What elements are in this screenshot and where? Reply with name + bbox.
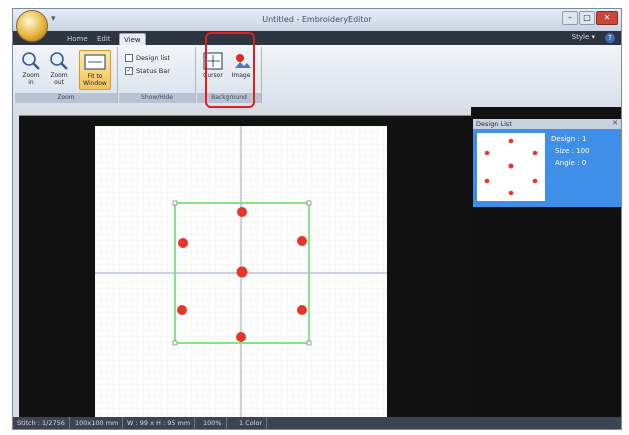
zoom-in-icon [22,52,40,70]
status-zoom: 100% [199,417,227,429]
design-size: Size : 100 [555,147,590,155]
window-title: Untitled - EmbroideryEditor [262,15,372,24]
zoom-out-button[interactable]: Zoom out [47,50,71,88]
tab-edit[interactable]: Edit [93,33,115,45]
fit-to-window-icon [84,54,106,70]
panel-close-icon[interactable]: ✕ [612,119,618,127]
annotation-highlight [205,32,255,108]
status-position: W : 99 x H : 95 mm [123,417,196,429]
fit-to-window-label: Fit to Window [83,73,107,87]
zoom-out-icon [50,52,68,70]
design-list-checkbox[interactable] [125,54,133,62]
close-button[interactable]: ✕ [596,11,618,25]
thumbnail-preview [484,138,538,196]
zoom-in-label: Zoom in [22,72,40,86]
quick-access-toolbar[interactable]: ▾ [51,14,56,24]
stitch-dot [178,238,188,248]
app-window: Untitled - EmbroideryEditor ▾ – □ ✕ Home… [12,8,622,430]
design-number: Design : 1 [551,135,587,143]
window-controls: – □ ✕ [562,11,618,25]
stitch-dot [297,305,307,315]
resize-handle[interactable] [306,200,312,206]
design-canvas[interactable] [95,126,387,421]
resize-handle[interactable] [172,200,178,206]
stitch-dot [236,332,246,342]
fit-to-window-button[interactable]: Fit to Window [79,50,111,90]
ribbon: Zoom in Zoom out Fit to Window Zoom Desi… [13,45,621,108]
stitch-dot [297,236,307,246]
design-list-item[interactable]: Design : 1 Size : 100 Angle : 0 [473,129,621,207]
zoom-group-label: Zoom [15,93,117,103]
show-hide-group-label: Show/Hide [119,93,195,103]
stitch-dot [236,266,248,278]
design-list-title: Design List [473,119,621,129]
application-menu-button[interactable] [16,10,48,42]
title-bar: Untitled - EmbroideryEditor ▾ – □ ✕ [13,9,621,31]
ribbon-tabs: Home Edit View Style ▾ ? [13,31,621,46]
stitch-dot [237,207,247,217]
workspace: Design List ✕ Design : 1 Size : 100 Angl… [13,107,621,421]
minimize-button[interactable]: – [562,11,578,25]
maximize-button[interactable]: □ [579,11,595,25]
vertical-ruler [13,115,19,417]
design-thumbnail [477,133,545,201]
status-bar: Stitch : 1/2756 100x100 mm W : 99 x H : … [13,417,621,429]
status-stitches: Stitch : 1/2756 [13,417,70,429]
status-color: 1 Color [235,417,268,429]
design-list-label: Design list [136,54,171,62]
canvas-grid [95,126,387,421]
style-menu[interactable]: Style ▾ [572,33,595,41]
tab-home[interactable]: Home [63,33,92,45]
status-bar-checkbox[interactable]: ✓ [125,67,133,75]
show-hide-group: Design list ✓ Status Bar Show/Hide [119,47,196,103]
status-bar-toggle[interactable]: ✓ Status Bar [125,66,170,76]
status-bar-label: Status Bar [136,67,170,75]
resize-handle[interactable] [172,340,178,346]
horizontal-ruler [13,107,471,116]
resize-handle[interactable] [306,340,312,346]
design-list-panel: Design List ✕ Design : 1 Size : 100 Angl… [473,119,621,419]
design-angle: Angle : 0 [555,159,587,167]
design-list-toggle[interactable]: Design list [125,53,170,63]
zoom-in-button[interactable]: Zoom in [19,50,43,88]
zoom-group: Zoom in Zoom out Fit to Window Zoom [15,47,118,103]
help-icon[interactable]: ? [605,33,615,43]
zoom-out-label: Zoom out [50,72,68,86]
status-size: 100x100 mm [71,417,124,429]
stitch-dot [177,305,187,315]
